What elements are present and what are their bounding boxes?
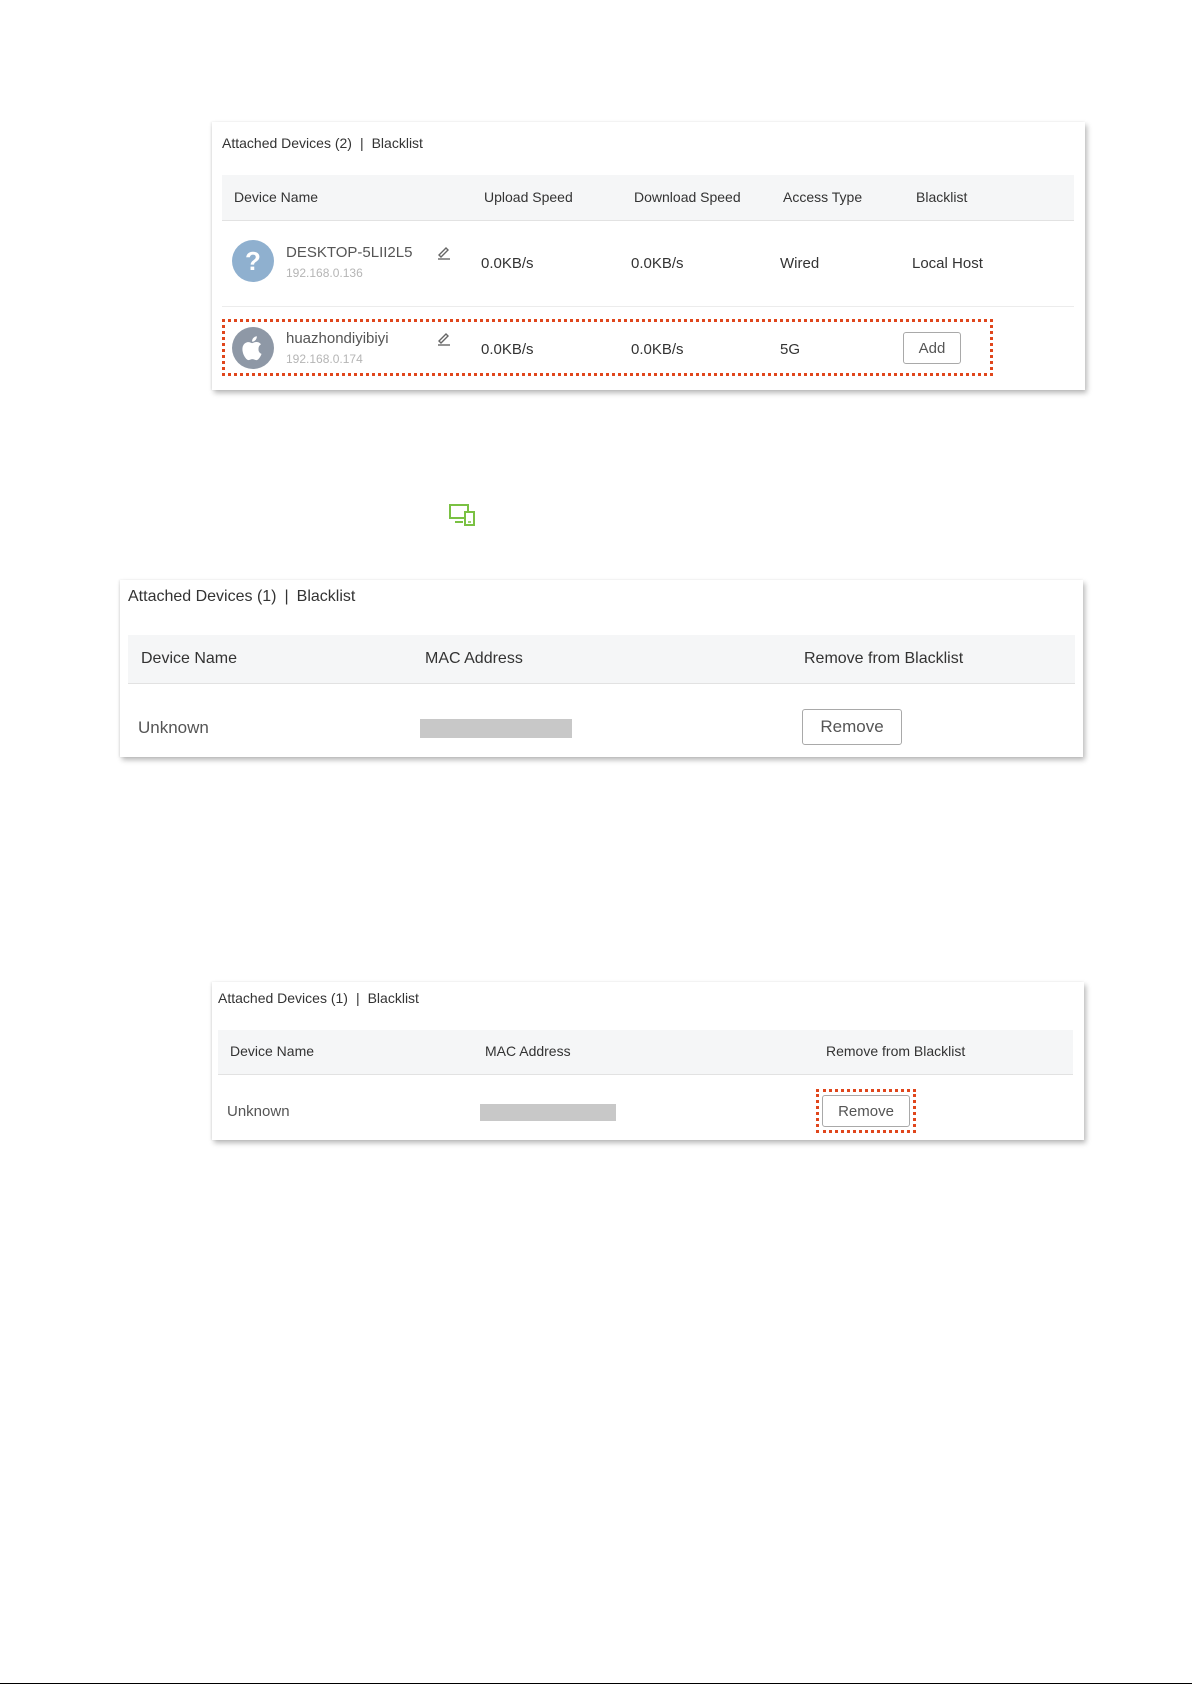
column-device-name: Device Name (234, 189, 319, 205)
column-device-name: Device Name (230, 1043, 315, 1059)
column-access-type: Access Type (783, 189, 863, 205)
device-name: Unknown (227, 1103, 290, 1120)
column-upload-speed: Upload Speed (484, 189, 573, 205)
device-name: Unknown (138, 718, 209, 737)
tab-attached-devices[interactable]: Attached Devices (1) (128, 588, 277, 605)
tab-separator: | (359, 135, 364, 151)
table-header: Device Name MAC Address Remove from Blac… (128, 635, 1075, 684)
upload-speed: 0.0KB/s (481, 255, 534, 272)
access-type: Wired (780, 255, 820, 272)
tab-attached-devices[interactable]: Attached Devices (2) (222, 135, 352, 151)
panel-tabs: Attached Devices (1) | Blacklist (218, 990, 419, 1006)
device-ip: 192.168.0.136 (286, 266, 363, 280)
column-blacklist: Blacklist (916, 189, 968, 205)
column-mac-address: MAC Address (485, 1043, 571, 1059)
panel-tabs: Attached Devices (1) | Blacklist (128, 588, 355, 606)
column-mac-address: MAC Address (425, 650, 523, 667)
device-name: DESKTOP-5LII2L5 (286, 244, 413, 261)
table-header: Device Name MAC Address Remove from Blac… (218, 1030, 1073, 1075)
remove-button[interactable]: Remove (802, 709, 902, 745)
blacklist-panel: Attached Devices (1) | Blacklist Device Na… (120, 580, 1083, 757)
tab-attached-devices[interactable]: Attached Devices (1) (218, 990, 348, 1006)
column-device-name: Device Name (141, 650, 238, 667)
mac-address-redacted (420, 719, 572, 738)
column-download-speed: Download Speed (634, 189, 741, 205)
tab-blacklist[interactable]: Blacklist (368, 990, 419, 1006)
question-icon: ? (232, 240, 274, 282)
column-remove-from-blacklist: Remove from Blacklist (826, 1043, 966, 1059)
highlight-box (222, 319, 993, 376)
edit-pencil-icon[interactable] (436, 244, 452, 260)
highlight-box (816, 1089, 916, 1133)
devices-icon (449, 504, 475, 526)
tab-separator: | (284, 588, 289, 605)
tab-blacklist[interactable]: Blacklist (297, 588, 356, 605)
tab-separator: | (355, 990, 360, 1006)
panel-tabs: Attached Devices (2) | Blacklist (222, 135, 423, 151)
tab-blacklist[interactable]: Blacklist (372, 135, 423, 151)
row-divider (222, 306, 1074, 307)
mac-address-redacted (480, 1104, 616, 1121)
attached-devices-panel: Attached Devices (2) | Blacklist Device Na… (212, 122, 1085, 390)
download-speed: 0.0KB/s (631, 255, 684, 272)
page-footer-rule (0, 1683, 1192, 1684)
blacklist-panel: Attached Devices (1) | Blacklist Device Na… (212, 982, 1084, 1140)
table-header: Device Name Upload Speed Download Speed … (222, 175, 1074, 221)
blacklist-status: Local Host (912, 255, 983, 272)
column-remove-from-blacklist: Remove from Blacklist (804, 650, 964, 667)
